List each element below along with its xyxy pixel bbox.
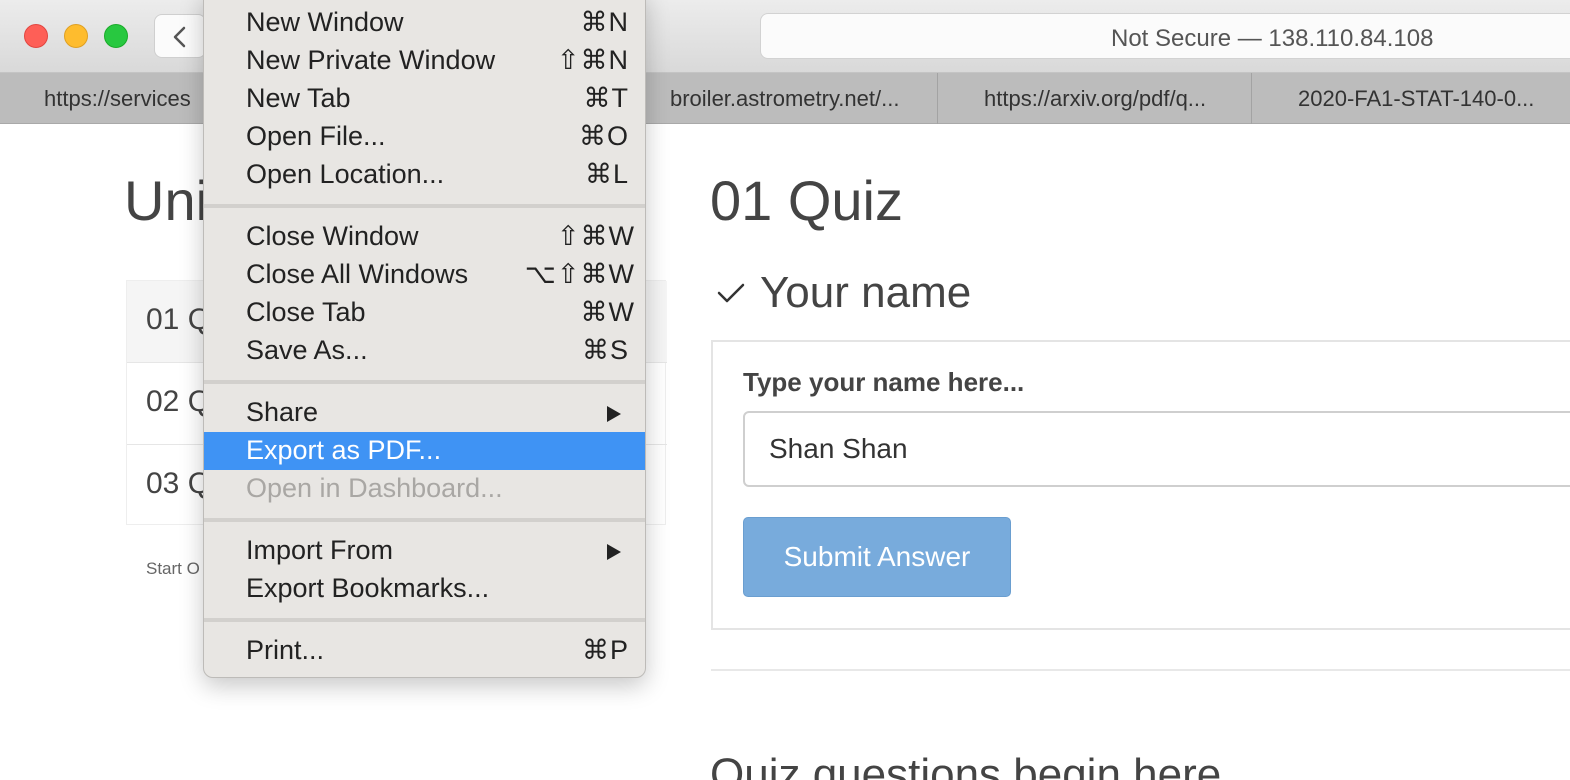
menu-item-label: Export Bookmarks... bbox=[246, 573, 490, 603]
menu-item-shortcut: ⇧⌘W bbox=[556, 221, 635, 251]
menu-item-export-as-pdf[interactable]: Export as PDF... bbox=[204, 432, 645, 470]
menu-item-close-window[interactable]: Close Window ⇧⌘W bbox=[204, 218, 645, 256]
tab-services[interactable]: https://services bbox=[0, 73, 210, 124]
tab-stat-140[interactable]: 2020-FA1-STAT-140-0... bbox=[1252, 73, 1570, 124]
menu-item-print[interactable]: Print... ⌘P bbox=[204, 632, 645, 670]
tab-arxiv[interactable]: https://arxiv.org/pdf/q... bbox=[938, 73, 1252, 124]
menu-item-label: Share bbox=[246, 397, 319, 427]
tab-label: broiler.astrometry.net/... bbox=[670, 86, 900, 111]
menu-item-label: Open Location... bbox=[246, 159, 445, 189]
menu-item-export-bookmarks[interactable]: Export Bookmarks... bbox=[204, 570, 645, 608]
address-bar[interactable]: Not Secure — 138.110.84.108 bbox=[760, 13, 1570, 59]
menu-item-close-all-windows[interactable]: Close All Windows ⌥⇧⌘W bbox=[204, 256, 645, 294]
tab-astrometry[interactable]: broiler.astrometry.net/... bbox=[646, 73, 938, 124]
menu-item-new-window[interactable]: New Window ⌘N bbox=[204, 4, 645, 42]
menu-item-new-private-window[interactable]: New Private Window ⇧⌘N bbox=[204, 42, 645, 80]
quiz-list-item-label: 03 Q bbox=[146, 467, 212, 500]
checkmark-icon bbox=[717, 283, 745, 303]
menu-item-label: New Tab bbox=[246, 83, 351, 113]
menu-item-open-file[interactable]: Open File... ⌘O bbox=[204, 118, 645, 156]
file-menu: New Window ⌘N New Private Window ⇧⌘N New… bbox=[203, 0, 646, 678]
menu-item-label: Close Tab bbox=[246, 297, 366, 327]
close-window-button[interactable] bbox=[24, 24, 48, 48]
tab-label: 2020-FA1-STAT-140-0... bbox=[1298, 86, 1535, 111]
menu-item-shortcut: ⌘P bbox=[581, 635, 629, 665]
tab-label: https://arxiv.org/pdf/q... bbox=[984, 86, 1207, 111]
submenu-arrow-icon bbox=[607, 406, 621, 422]
menu-item-label: Close All Windows bbox=[246, 259, 469, 289]
menu-separator bbox=[204, 204, 645, 208]
name-field-label: Type your name here... bbox=[743, 367, 1025, 397]
chevron-left-icon bbox=[173, 26, 186, 48]
start-over-link[interactable]: Start O bbox=[146, 559, 200, 579]
back-button[interactable] bbox=[154, 14, 206, 58]
menu-item-shortcut: ⌥⇧⌘W bbox=[524, 259, 635, 289]
unit-title: Uni bbox=[124, 169, 209, 232]
menu-item-share[interactable]: Share bbox=[204, 394, 645, 432]
menu-item-label: Save As... bbox=[246, 335, 368, 365]
menu-separator bbox=[204, 380, 645, 384]
maximize-window-button[interactable] bbox=[104, 24, 128, 48]
menu-item-new-tab[interactable]: New Tab ⌘T bbox=[204, 80, 645, 118]
menu-item-open-location[interactable]: Open Location... ⌘L bbox=[204, 156, 645, 194]
menu-item-shortcut: ⌘L bbox=[584, 159, 629, 189]
quiz-list-item-label: 02 Q bbox=[146, 385, 212, 418]
minimize-window-button[interactable] bbox=[64, 24, 88, 48]
menu-item-shortcut: ⌘T bbox=[583, 83, 629, 113]
menu-item-shortcut: ⌘S bbox=[581, 335, 629, 365]
quiz-list-item-label: 01 Q bbox=[146, 303, 212, 336]
menu-item-label: Export as PDF... bbox=[246, 435, 442, 465]
menu-separator bbox=[204, 518, 645, 522]
menu-item-import-from[interactable]: Import From bbox=[204, 532, 645, 570]
section-divider bbox=[711, 669, 1570, 671]
menu-item-label: New Private Window bbox=[246, 45, 496, 75]
menu-item-label: Open File... bbox=[246, 121, 386, 151]
submit-answer-button[interactable]: Submit Answer bbox=[743, 517, 1011, 597]
menu-item-save-as[interactable]: Save As... ⌘S bbox=[204, 332, 645, 370]
menu-item-shortcut: ⌘W bbox=[580, 297, 635, 327]
menu-item-label: Close Window bbox=[246, 221, 419, 251]
menu-separator bbox=[204, 618, 645, 622]
menu-item-label: Open in Dashboard... bbox=[246, 473, 503, 503]
quiz-title: 01 Quiz bbox=[710, 169, 903, 232]
submenu-arrow-icon bbox=[607, 544, 621, 560]
tab-label: https://services bbox=[44, 86, 191, 111]
section-title: Your name bbox=[760, 268, 972, 317]
address-text: Not Secure — 138.110.84.108 bbox=[1111, 25, 1434, 52]
name-input[interactable] bbox=[743, 411, 1570, 487]
menu-item-label: Print... bbox=[246, 635, 325, 665]
menu-item-shortcut: ⇧⌘N bbox=[556, 45, 629, 75]
menu-item-label: Import From bbox=[246, 535, 394, 565]
menu-item-shortcut: ⌘N bbox=[580, 7, 629, 37]
menu-item-shortcut: ⌘O bbox=[578, 121, 629, 151]
menu-item-open-in-dashboard: Open in Dashboard... bbox=[204, 470, 645, 508]
menu-item-label: New Window bbox=[246, 7, 404, 37]
menu-item-close-tab[interactable]: Close Tab ⌘W bbox=[204, 294, 645, 332]
questions-heading: Quiz questions begin here bbox=[710, 750, 1222, 780]
